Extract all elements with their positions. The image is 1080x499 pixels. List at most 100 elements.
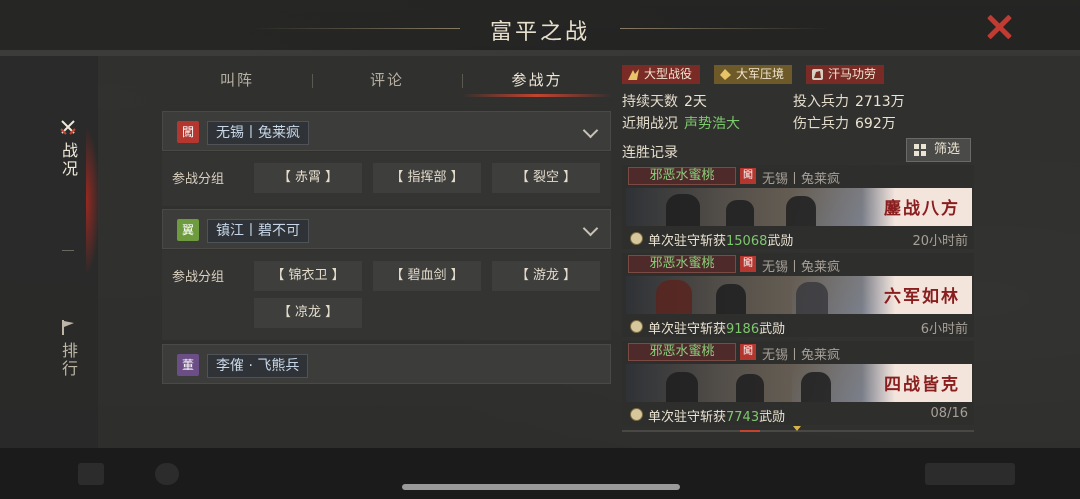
record-description: 单次驻守斩获15068武勋 bbox=[648, 234, 794, 249]
banner-title: 鏖战八方 bbox=[884, 199, 960, 219]
record-header: 邪恶水蜜桃 闖 无锡丨兔莱疯 bbox=[622, 165, 974, 187]
stat-label: 投入兵力 bbox=[793, 94, 849, 110]
army-icon bbox=[720, 69, 731, 80]
chevron-down-icon[interactable] bbox=[582, 122, 599, 139]
stat-recent: 近期战况 声势浩大 bbox=[622, 113, 740, 133]
tab-bar: 叫阵 评论 参战方 bbox=[162, 66, 612, 97]
group-chip[interactable]: 【 裂空 】 bbox=[492, 163, 600, 193]
tab-comments[interactable]: 评论 bbox=[312, 66, 462, 96]
record-footer: 单次驻守斩获7743武勋 08/16 bbox=[622, 403, 974, 425]
tag-great-merit: 汗马功劳 bbox=[806, 65, 885, 84]
opponent-name: 无锡丨兔莱疯 bbox=[762, 260, 841, 275]
group-label: 参战分组 bbox=[172, 172, 225, 187]
banner-title: 四战皆克 bbox=[884, 375, 960, 395]
record-banner: 鏖战八方 bbox=[626, 188, 972, 226]
bottom-hud-shade bbox=[0, 448, 1080, 499]
battle-icon bbox=[628, 69, 639, 80]
record-footer: 单次驻守斩获15068武勋 20小时前 bbox=[622, 227, 974, 249]
horse-icon bbox=[812, 69, 823, 80]
home-indicator[interactable] bbox=[402, 484, 680, 490]
tag-label: 汗马功劳 bbox=[828, 67, 877, 81]
tab-active-indicator bbox=[462, 94, 612, 97]
win-record[interactable]: 邪恶水蜜桃 闖 无锡丨兔莱疯 六军如林 单次驻守斩获9186武勋 6小时前 bbox=[622, 253, 974, 337]
opponent-badge: 闖 bbox=[740, 168, 756, 184]
stat-troops: 投入兵力 2713万 bbox=[793, 91, 905, 111]
faction-name: 镇江丨碧不可 bbox=[207, 219, 309, 243]
faction-header[interactable]: 董 李傕 · 飞熊兵 bbox=[162, 344, 611, 384]
flag-icon bbox=[62, 320, 74, 335]
filter-button[interactable]: 筛选 bbox=[906, 138, 971, 162]
medal-icon bbox=[630, 232, 643, 245]
record-banner: 四战皆克 bbox=[626, 364, 972, 402]
group-chip[interactable]: 【 赤霄 】 bbox=[254, 163, 362, 193]
nav-item-battle-status[interactable]: 战况 bbox=[50, 118, 86, 178]
faction-badge: 翼 bbox=[177, 219, 199, 241]
record-description: 单次驻守斩获7743武勋 bbox=[648, 410, 786, 425]
win-record[interactable]: 邪恶水蜜桃 闖 无锡丨兔莱疯 鏖战八方 单次驻守斩获15068武勋 20小时前 bbox=[622, 165, 974, 249]
player-name[interactable]: 邪恶水蜜桃 bbox=[628, 255, 736, 273]
record-time: 6小时前 bbox=[920, 322, 968, 337]
faction-header[interactable]: 闖 无锡丨兔莱疯 bbox=[162, 111, 611, 151]
opponent-name: 无锡丨兔莱疯 bbox=[762, 172, 841, 187]
nav-divider bbox=[62, 250, 74, 251]
group-chip[interactable]: 【 指挥部 】 bbox=[373, 163, 481, 193]
record-time: 20小时前 bbox=[912, 234, 968, 249]
group-chip[interactable]: 【 碧血剑 】 bbox=[373, 261, 481, 291]
medal-icon bbox=[630, 320, 643, 333]
faction-name: 李傕 · 飞熊兵 bbox=[207, 354, 309, 378]
faction-groups: 参战分组 【 赤霄 】 【 指挥部 】 【 裂空 】 bbox=[162, 152, 611, 206]
dialog-title: 富平之战 bbox=[489, 20, 590, 45]
player-name[interactable]: 邪恶水蜜桃 bbox=[628, 343, 736, 361]
nav-label-ranking: 排行 bbox=[59, 342, 78, 378]
tag-label: 大型战役 bbox=[644, 67, 693, 81]
tab-challenge[interactable]: 叫阵 bbox=[162, 66, 312, 96]
win-record[interactable]: 邪恶水蜜桃 闖 无锡丨兔莱疯 四战皆克 单次驻守斩获7743武勋 08/16 bbox=[622, 341, 974, 425]
record-time: 08/16 bbox=[930, 406, 968, 421]
stat-label: 伤亡兵力 bbox=[793, 116, 849, 132]
stat-value: 声势浩大 bbox=[684, 116, 740, 132]
stat-value: 2天 bbox=[684, 94, 707, 110]
active-glow bbox=[86, 126, 100, 276]
stat-label: 近期战况 bbox=[622, 116, 678, 132]
record-footer: 单次驻守斩获9186武勋 6小时前 bbox=[622, 315, 974, 337]
opponent-badge: 闖 bbox=[740, 344, 756, 360]
scroll-down-icon bbox=[793, 426, 801, 431]
filter-label: 筛选 bbox=[934, 142, 961, 157]
stat-value: 2713万 bbox=[855, 94, 905, 110]
opponent-name: 无锡丨兔莱疯 bbox=[762, 348, 841, 363]
battle-dialog: 富平之战 战况 排行 叫阵 评论 参战方 闖 无锡丨兔莱疯 参战分组 【 赤霄 … bbox=[0, 0, 1080, 448]
banner-title: 六军如林 bbox=[884, 287, 960, 307]
title-bar: 富平之战 bbox=[0, 0, 1080, 56]
medal-icon bbox=[630, 408, 643, 421]
side-nav bbox=[0, 56, 100, 448]
tab-participants[interactable]: 参战方 bbox=[462, 66, 612, 96]
faction-header[interactable]: 翼 镇江丨碧不可 bbox=[162, 209, 611, 249]
faction-name: 无锡丨兔莱疯 bbox=[207, 121, 309, 145]
crossed-swords-icon bbox=[60, 120, 76, 135]
chevron-down-icon[interactable] bbox=[582, 220, 599, 237]
nav-label-battle-status: 战况 bbox=[59, 142, 78, 178]
grid-icon bbox=[914, 144, 926, 156]
title-ornament-right bbox=[620, 28, 830, 29]
tag-label: 大军压境 bbox=[736, 67, 785, 81]
group-chip[interactable]: 【 锦衣卫 】 bbox=[254, 261, 362, 291]
faction-groups: 参战分组 【 锦衣卫 】 【 碧血剑 】 【 游龙 】 【 凉龙 】 bbox=[162, 250, 611, 340]
group-chip[interactable]: 【 凉龙 】 bbox=[254, 298, 362, 328]
faction-badge: 闖 bbox=[177, 121, 199, 143]
nav-item-ranking[interactable]: 排行 bbox=[50, 318, 86, 378]
record-header: 邪恶水蜜桃 闖 无锡丨兔莱疯 bbox=[622, 253, 974, 275]
opponent-badge: 闖 bbox=[740, 256, 756, 272]
group-label: 参战分组 bbox=[172, 270, 225, 285]
group-chip[interactable]: 【 游龙 】 bbox=[492, 261, 600, 291]
player-name[interactable]: 邪恶水蜜桃 bbox=[628, 167, 736, 185]
record-description: 单次驻守斩获9186武勋 bbox=[648, 322, 786, 337]
faction-badge: 董 bbox=[177, 354, 199, 376]
close-icon[interactable] bbox=[984, 12, 1014, 42]
record-banner: 六军如林 bbox=[626, 276, 972, 314]
stat-label: 持续天数 bbox=[622, 94, 678, 110]
stat-casualties: 伤亡兵力 692万 bbox=[793, 113, 896, 133]
record-header: 邪恶水蜜桃 闖 无锡丨兔莱疯 bbox=[622, 341, 974, 363]
stat-value: 692万 bbox=[855, 116, 896, 132]
tag-large-battle: 大型战役 bbox=[622, 65, 701, 84]
tag-army-pressure: 大军压境 bbox=[714, 65, 793, 84]
